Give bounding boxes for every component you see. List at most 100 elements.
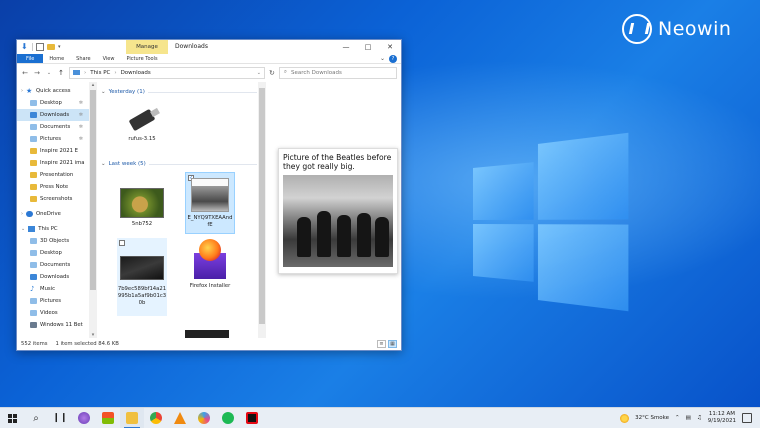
weather-text[interactable]: 32°C Smoke <box>635 415 669 421</box>
maximize-icon[interactable]: □ <box>357 40 379 54</box>
nav-desktop[interactable]: Desktop <box>17 247 89 259</box>
nav-pictures[interactable]: Pictures <box>17 295 89 307</box>
scrollbar-thumb[interactable] <box>259 88 265 324</box>
expand-ribbon-icon[interactable]: ⌄ <box>380 55 385 62</box>
status-bar: 552 items 1 item selected 84.6 KB ≡ ▦ <box>17 338 401 350</box>
nav-downloads[interactable]: Downloads <box>17 271 89 283</box>
tab-view[interactable]: View <box>97 54 121 63</box>
new-folder-icon[interactable] <box>47 44 55 50</box>
star-icon: ★ <box>26 86 33 95</box>
explorer-arrow-icon[interactable]: ⬇ <box>21 43 29 51</box>
downloads-icon <box>30 112 37 118</box>
nav-onedrive[interactable]: › OneDrive <box>17 208 89 220</box>
documents-icon <box>30 124 37 130</box>
taskbar-netflix[interactable] <box>240 408 264 428</box>
taskbar-app-2[interactable] <box>96 408 120 428</box>
nav-this-pc[interactable]: ⌄ This PC <box>17 223 89 235</box>
pin-icon: ✲ <box>78 112 83 118</box>
refresh-icon[interactable]: ↻ <box>269 69 275 77</box>
file-rufus[interactable]: rufus-3.15 <box>117 100 167 158</box>
nav-documents[interactable]: Documents <box>17 259 89 271</box>
group-header-last-week[interactable]: ⌄ Last week (5) <box>101 161 257 167</box>
notification-icon[interactable] <box>742 413 752 423</box>
file-e-nyq9txeaandfe[interactable]: ✓ E_NYQ9TXEAAnd fE <box>185 172 235 234</box>
windows-start-icon <box>7 413 17 423</box>
file-7b9ec589[interactable]: 7b9ec589bf14a21995b1a5af9b01c30b <box>117 238 167 316</box>
file-firefox-installer[interactable]: Firefox Installer <box>185 238 235 298</box>
collapse-chevron-icon: ⌄ <box>101 89 106 95</box>
search-box[interactable]: ⌕ Search Downloads <box>278 66 397 79</box>
minimize-icon[interactable]: — <box>335 40 357 54</box>
nav-videos[interactable]: Videos <box>17 307 89 319</box>
nav-quick-access[interactable]: › ★ Quick access <box>17 85 89 97</box>
tab-picture-tools[interactable]: Picture Tools <box>120 54 163 63</box>
nav-inspire-2021-e[interactable]: Inspire 2021 E <box>17 145 89 157</box>
volume-icon[interactable]: ♫ <box>697 415 702 421</box>
taskbar-spotify[interactable] <box>216 408 240 428</box>
address-dropdown-icon[interactable]: ⌄ <box>257 70 261 76</box>
nav-inspire-2021-ima[interactable]: Inspire 2021 ima <box>17 157 89 169</box>
back-arrow-icon[interactable]: ← <box>21 69 29 77</box>
image-thumbnail <box>120 188 164 218</box>
scrollbar-thumb[interactable] <box>90 90 96 290</box>
breadcrumb-downloads[interactable]: Downloads <box>121 70 151 76</box>
toolbar-separator <box>32 43 33 51</box>
clock-time: 11:12 AM <box>708 411 735 417</box>
nav-documents-pinned[interactable]: Documents ✲ <box>17 121 89 133</box>
forward-arrow-icon[interactable]: → <box>33 69 41 77</box>
nav-press-note[interactable]: Press Note <box>17 181 89 193</box>
store-icon <box>102 412 114 424</box>
task-view-button[interactable]: ❙❙ <box>48 408 72 428</box>
start-button[interactable] <box>0 408 24 428</box>
up-arrow-icon[interactable]: ↑ <box>57 69 65 77</box>
nav-pane-scrollbar[interactable]: ▴ ▾ <box>89 82 97 338</box>
file-list-scrollbar[interactable] <box>258 82 266 338</box>
pictures-icon <box>30 298 37 304</box>
taskbar-file-explorer[interactable] <box>120 407 144 428</box>
breadcrumb-this-pc[interactable]: This PC <box>90 70 110 76</box>
clock[interactable]: 11:12 AM 9/19/2021 <box>708 411 736 425</box>
taskbar-app-1[interactable] <box>72 408 96 428</box>
taskbar-chrome[interactable] <box>144 408 168 428</box>
pinwheel-icon <box>198 412 210 424</box>
tab-file[interactable]: File <box>17 54 44 63</box>
taskbar: ⌕ ❙❙ 32°C Smoke ⌃ ▤ ♫ 11:12 AM 9/19/2021 <box>0 407 760 428</box>
group-header-yesterday[interactable]: ⌄ Yesterday (1) <box>101 89 257 95</box>
tray-overflow-icon[interactable]: ⌃ <box>675 415 680 421</box>
nav-screenshots[interactable]: Screenshots <box>17 193 89 205</box>
nav-3d-objects[interactable]: 3D Objects <box>17 235 89 247</box>
manage-contextual-tab[interactable]: Manage <box>126 40 168 54</box>
window-controls: — □ ✕ <box>335 40 401 54</box>
navigation-bar: ← → ⌄ ↑ › This PC › Downloads ⌄ ↻ ⌕ Sear… <box>17 64 401 81</box>
nav-presentation[interactable]: Presentation <box>17 169 89 181</box>
title-bar[interactable]: ⬇ ▾ Manage Downloads — □ ✕ <box>17 40 401 54</box>
search-button[interactable]: ⌕ <box>24 408 48 428</box>
ribbon-right-controls: ⌄ ? <box>380 54 401 63</box>
breadcrumb-sep-icon: › <box>84 69 87 76</box>
large-icons-view-icon[interactable]: ▦ <box>388 340 397 348</box>
nav-music[interactable]: ♪ Music <box>17 283 89 295</box>
tab-share[interactable]: Share <box>70 54 96 63</box>
properties-icon[interactable] <box>36 43 44 51</box>
network-icon[interactable]: ▤ <box>686 415 691 421</box>
address-bar[interactable]: › This PC › Downloads ⌄ <box>69 66 265 79</box>
pc-icon <box>28 226 36 232</box>
close-icon[interactable]: ✕ <box>379 40 401 54</box>
recent-locations-icon[interactable]: ⌄ <box>45 70 53 76</box>
drive-icon <box>30 322 37 328</box>
details-view-icon[interactable]: ≡ <box>377 340 386 348</box>
scroll-up-icon[interactable]: ▴ <box>89 82 97 88</box>
weather-icon[interactable] <box>620 413 630 423</box>
nav-downloads-pinned[interactable]: Downloads ✲ <box>17 109 89 121</box>
customize-dropdown-icon[interactable]: ▾ <box>58 44 61 50</box>
nav-desktop-pinned[interactable]: Desktop ✲ <box>17 97 89 109</box>
selection-checkbox[interactable] <box>119 240 125 246</box>
taskbar-app-pinwheel[interactable] <box>192 408 216 428</box>
taskbar-vlc[interactable] <box>168 408 192 428</box>
tab-home[interactable]: Home <box>43 54 70 63</box>
pin-icon: ✲ <box>78 100 83 106</box>
file-5nb752[interactable]: 5nb752 <box>117 174 167 230</box>
nav-windows-11-beta[interactable]: Windows 11 Bet <box>17 319 89 331</box>
nav-pictures-pinned[interactable]: Pictures ✲ <box>17 133 89 145</box>
help-icon[interactable]: ? <box>389 54 397 63</box>
